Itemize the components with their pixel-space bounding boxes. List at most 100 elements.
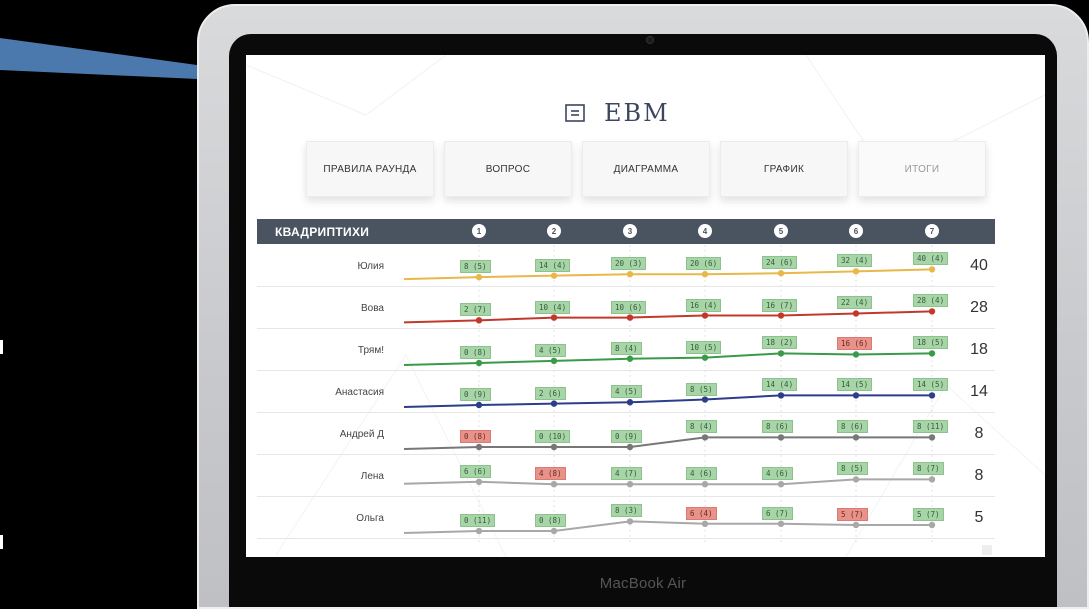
score-label: 20 (6) xyxy=(686,257,722,271)
series-point xyxy=(928,434,936,441)
score-label: 10 (5) xyxy=(686,340,722,354)
series-point xyxy=(475,527,483,535)
score-label: 8 (6) xyxy=(837,420,868,434)
score-label: 0 (8) xyxy=(460,430,491,443)
score-label: 5 (7) xyxy=(913,508,944,521)
series-point xyxy=(852,434,860,441)
series-point xyxy=(550,357,558,365)
score-label: 8 (5) xyxy=(837,462,868,476)
series-line-lead xyxy=(403,446,480,450)
score-label: 0 (11) xyxy=(460,514,496,527)
score-label: 10 (6) xyxy=(611,300,647,314)
score-label: 8 (11) xyxy=(913,420,949,434)
series-point xyxy=(550,400,558,407)
score-label: 20 (3) xyxy=(611,257,647,271)
series-point xyxy=(777,350,785,357)
series-point xyxy=(475,273,483,281)
series-point xyxy=(701,271,709,278)
series-point xyxy=(777,481,785,488)
score-label: 8 (5) xyxy=(686,382,717,396)
score-label: 0 (9) xyxy=(460,388,491,401)
score-label: 32 (4) xyxy=(837,254,873,268)
series-point xyxy=(626,355,634,362)
series-point xyxy=(475,478,483,485)
series-point xyxy=(928,476,936,483)
series-point xyxy=(475,401,483,409)
series-point xyxy=(701,481,709,488)
series-point xyxy=(928,392,936,399)
series-point xyxy=(626,314,634,321)
score-label: 6 (6) xyxy=(460,464,491,478)
series-point xyxy=(777,312,785,319)
score-label: 4 (5) xyxy=(611,385,642,399)
series-point xyxy=(928,266,936,273)
series-line-lead xyxy=(403,530,480,534)
score-label: 2 (7) xyxy=(460,303,491,317)
score-label: 8 (4) xyxy=(611,341,642,355)
series-point xyxy=(475,317,483,324)
series-point xyxy=(626,481,634,488)
series-point xyxy=(928,308,936,315)
series-point xyxy=(852,268,860,275)
score-label: 4 (8) xyxy=(535,467,566,481)
score-label: 8 (4) xyxy=(686,420,717,434)
score-label: 16 (6) xyxy=(837,337,873,351)
series-point xyxy=(701,520,709,527)
series-point xyxy=(701,434,709,441)
series-point xyxy=(701,396,709,403)
score-label: 2 (6) xyxy=(535,386,566,400)
score-label: 8 (7) xyxy=(913,462,944,476)
score-label: 8 (5) xyxy=(460,260,491,274)
side-mark xyxy=(0,340,3,354)
score-label: 0 (10) xyxy=(535,430,571,443)
score-label: 10 (4) xyxy=(535,300,571,314)
series-line-lead xyxy=(403,480,480,485)
score-label: 6 (4) xyxy=(686,506,717,520)
series-line-lead xyxy=(403,404,480,408)
score-label: 16 (7) xyxy=(762,298,798,312)
score-label: 14 (5) xyxy=(837,378,873,392)
app-screen: EBM ПРАВИЛА РАУНДА ВОПРОС ДИАГРАММА ГРАФ… xyxy=(246,55,1045,557)
series-line-lead xyxy=(403,362,480,366)
score-label: 4 (6) xyxy=(762,467,793,481)
series-point xyxy=(475,359,483,367)
series-point xyxy=(626,443,634,451)
series-point xyxy=(626,518,634,525)
score-label: 28 (4) xyxy=(913,294,949,308)
camera-icon xyxy=(646,36,654,44)
score-label: 14 (5) xyxy=(913,378,949,392)
series-point xyxy=(475,443,483,451)
series-point xyxy=(550,314,558,321)
series-point xyxy=(550,527,558,535)
series-point xyxy=(852,521,860,529)
score-label: 8 (6) xyxy=(762,420,793,434)
side-mark xyxy=(0,535,3,549)
score-label: 4 (5) xyxy=(535,343,566,357)
score-label: 14 (4) xyxy=(535,258,571,272)
score-label: 22 (4) xyxy=(837,296,873,310)
score-label: 5 (7) xyxy=(837,508,868,521)
score-label: 0 (9) xyxy=(611,430,642,443)
series-point xyxy=(928,521,936,529)
series-point xyxy=(550,272,558,279)
score-label: 0 (8) xyxy=(460,346,491,359)
series-point xyxy=(701,354,709,361)
series-point xyxy=(852,351,860,358)
score-label: 4 (7) xyxy=(611,467,642,481)
score-label: 4 (6) xyxy=(686,467,717,481)
score-label: 40 (4) xyxy=(913,252,949,266)
score-label: 14 (4) xyxy=(762,378,798,392)
score-label: 18 (2) xyxy=(762,336,798,350)
series-point xyxy=(928,350,936,357)
score-label: 0 (8) xyxy=(535,514,566,527)
series-line-lead xyxy=(403,319,480,324)
series-line-lead xyxy=(403,276,480,281)
scroll-corner xyxy=(982,545,992,555)
series-point xyxy=(852,310,860,317)
score-label: 8 (3) xyxy=(611,504,642,518)
series-point xyxy=(852,476,860,483)
series-point xyxy=(852,392,860,399)
series-point xyxy=(777,270,785,277)
series-point xyxy=(777,392,785,399)
series-point xyxy=(777,434,785,441)
